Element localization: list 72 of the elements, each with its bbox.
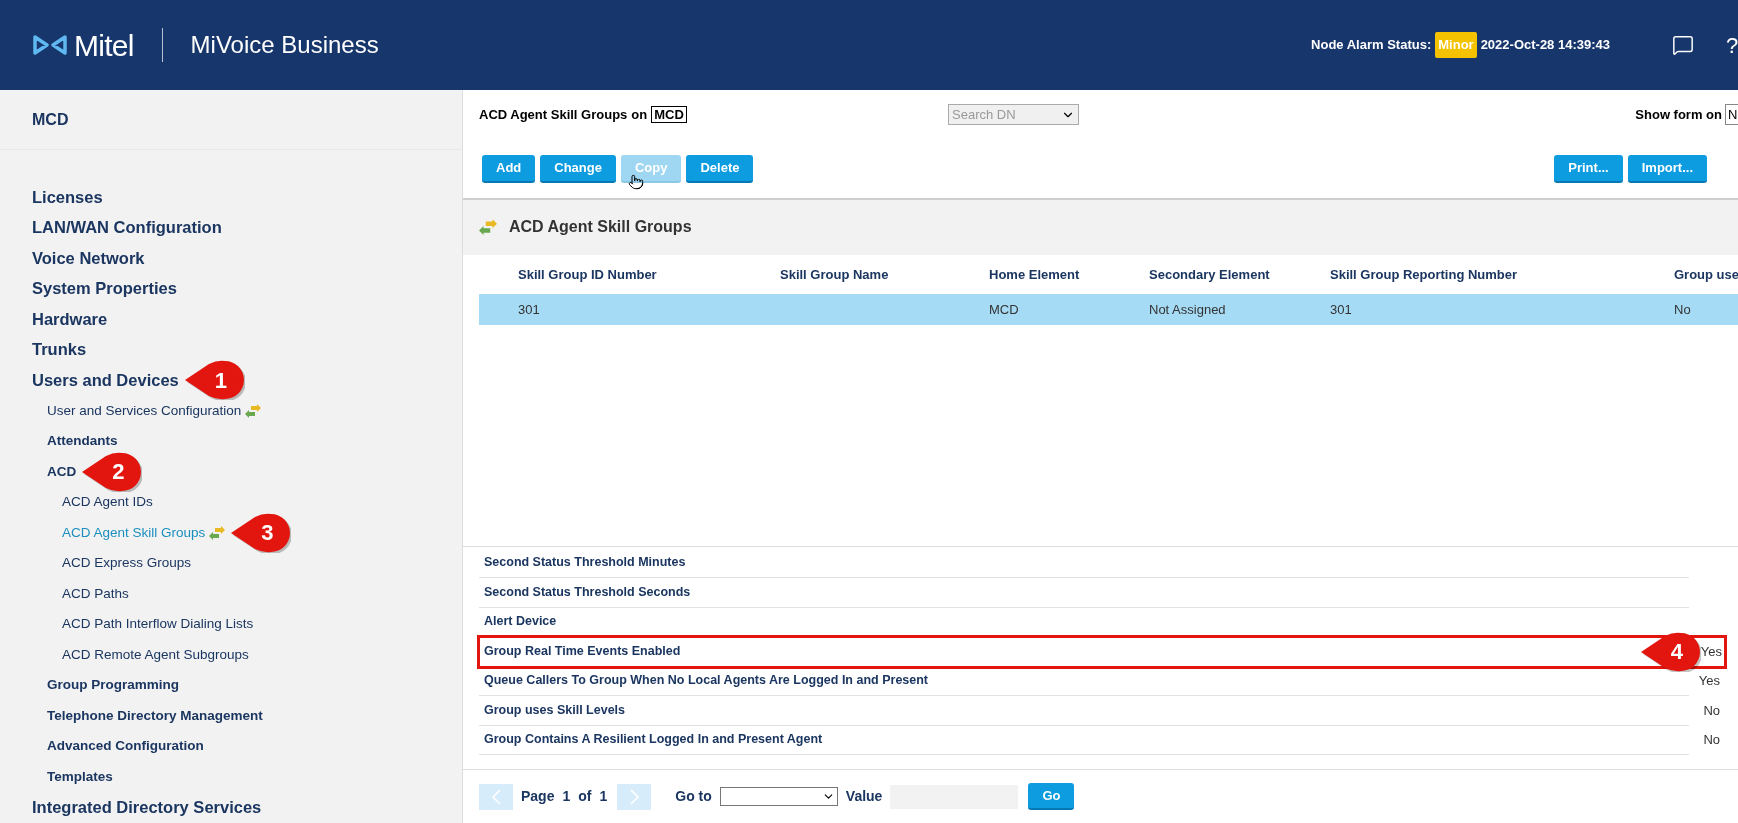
sidebar-item[interactable]: Telephone Directory Management bbox=[47, 705, 263, 726]
sidebar-item[interactable]: System Properties bbox=[32, 276, 177, 302]
chevron-left-icon bbox=[491, 788, 501, 805]
table-cell-text: MCD bbox=[989, 300, 1020, 319]
sidebar-item[interactable]: ACD bbox=[47, 461, 77, 482]
column-header[interactable]: Group use bbox=[1674, 264, 1738, 285]
goto-label: Go to bbox=[675, 787, 712, 807]
sidebar-item[interactable]: Users and Devices bbox=[32, 367, 179, 393]
table-cell-text: Not Assigned bbox=[1149, 300, 1227, 319]
chevron-right-icon bbox=[629, 788, 639, 805]
sidebar-item[interactable]: ACD Remote Agent Subgroups bbox=[62, 644, 249, 665]
sidebar-item[interactable]: Integrated Directory Services bbox=[32, 794, 262, 820]
chat-icon[interactable] bbox=[1672, 34, 1694, 56]
detail-value: No bbox=[1703, 731, 1720, 750]
page-number: 1 bbox=[562, 787, 571, 807]
show-form-field[interactable]: N bbox=[1725, 104, 1738, 126]
sidebar-item[interactable]: Voice Network bbox=[32, 245, 145, 271]
sidebar-item[interactable]: Hardware bbox=[32, 306, 108, 332]
sidebar-item[interactable]: User and Services Configuration bbox=[47, 400, 242, 421]
page-total: 1 bbox=[599, 787, 608, 807]
detail-label: Group uses Skill Levels bbox=[484, 701, 626, 719]
of-label: of bbox=[578, 787, 592, 807]
alarm-label: Node Alarm Status: bbox=[1311, 36, 1432, 55]
table-cell-text: 301 bbox=[1330, 300, 1353, 319]
product-name: MiVoice Business bbox=[190, 30, 379, 60]
search-field[interactable]: Search DN bbox=[952, 104, 1061, 125]
table-row[interactable]: 301 MCD Not Assigned 301 No bbox=[479, 293, 1738, 325]
sidebar-item[interactable]: ACD Path Interflow Dialing Lists bbox=[62, 614, 254, 635]
sidebar-item[interactable]: Licenses bbox=[32, 184, 103, 210]
element-label: MCD bbox=[651, 106, 687, 124]
sidebar-item[interactable]: ACD Agent IDs bbox=[62, 492, 153, 513]
timestamp: 2022-Oct-28 14:39:43 bbox=[1480, 36, 1610, 55]
sidebar-item[interactable]: LAN/WAN Configuration bbox=[32, 215, 222, 241]
column-header[interactable]: Skill Group Name bbox=[780, 264, 989, 285]
callout-marker: 3 bbox=[229, 512, 292, 553]
search-dropdown[interactable]: Search DN bbox=[948, 104, 1079, 125]
detail-label: Second Status Threshold Minutes bbox=[484, 554, 686, 572]
section-title: ACD Agent Skill Groups bbox=[509, 217, 692, 238]
table-cell-text: 301 bbox=[518, 300, 541, 319]
detail-label: Queue Callers To Group When No Local Agents Are Logged In and Present bbox=[484, 672, 929, 690]
help-button[interactable]: ? bbox=[1726, 28, 1738, 62]
column-header[interactable]: Secondary Element bbox=[1149, 264, 1330, 285]
sidebar-item[interactable]: Trunks bbox=[32, 337, 87, 363]
value-label: Value bbox=[845, 787, 883, 807]
sidebar-item[interactable]: Group Programming bbox=[47, 675, 179, 696]
table-cell-text: No bbox=[1674, 300, 1692, 319]
logo-icon bbox=[32, 34, 68, 56]
alarm-status-badge: Minor bbox=[1435, 32, 1477, 58]
detail-value: Yes bbox=[1698, 672, 1720, 691]
detail-label: Alert Device bbox=[484, 613, 557, 631]
detail-label: Group Contains A Resilient Logged In and Present Agent bbox=[484, 731, 823, 749]
detail-label: Group Real Time Events Enabled bbox=[484, 643, 681, 661]
sidebar-item[interactable]: Advanced Configuration bbox=[47, 736, 204, 757]
sidebar-title: MCD bbox=[32, 109, 69, 130]
sidebar-item[interactable]: ACD Express Groups bbox=[62, 553, 192, 574]
detail-label: Second Status Threshold Seconds bbox=[484, 583, 691, 601]
callout-marker: 2 bbox=[80, 451, 143, 492]
column-header[interactable]: Home Element bbox=[989, 264, 1149, 285]
sidebar-item[interactable]: Templates bbox=[47, 766, 113, 787]
column-header[interactable]: Skill Group Reporting Number bbox=[1330, 264, 1674, 285]
page-label: Page bbox=[521, 787, 555, 807]
column-header[interactable]: Skill Group ID Number bbox=[518, 264, 780, 285]
goto-dropdown[interactable] bbox=[719, 787, 838, 807]
sidebar-item[interactable]: Attendants bbox=[47, 431, 118, 452]
logo-text: Mitel bbox=[74, 27, 134, 64]
page-title-on: on bbox=[631, 106, 648, 125]
show-form-label: Show form on bbox=[1635, 106, 1722, 125]
swap-arrows-icon bbox=[479, 218, 497, 237]
detail-value: Yes bbox=[1700, 643, 1722, 662]
page-title: ACD Agent Skill Groups bbox=[479, 106, 628, 125]
detail-value: No bbox=[1703, 701, 1720, 720]
sidebar-item[interactable]: ACD Paths bbox=[62, 583, 129, 604]
